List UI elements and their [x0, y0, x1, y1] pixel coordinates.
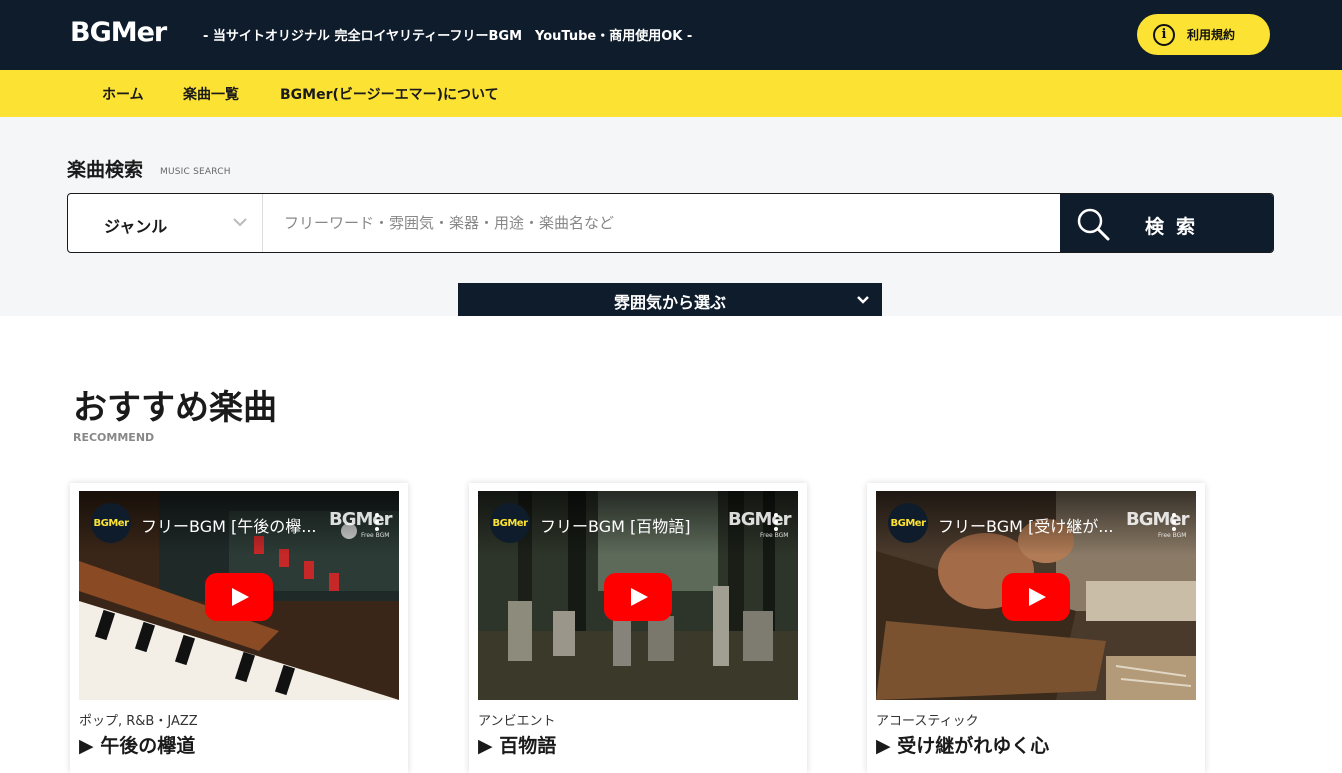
video-embed[interactable]: BGMer フリーBGM [受け継が... BGMer Free BGM: [876, 491, 1196, 700]
recommend-subtitle: RECOMMEND: [73, 431, 155, 444]
terms-button[interactable]: i 利用規約: [1137, 14, 1270, 55]
music-card: BGMer フリーBGM [百物語] BGMer Free BGM アンビエント…: [469, 483, 807, 773]
search-input[interactable]: [264, 194, 1060, 252]
watermark-logo: BGMer: [728, 509, 791, 530]
music-card: BGMer フリーBGM [午後の欅... BGMer Free BGM ポップ…: [70, 483, 408, 773]
search-title: 楽曲検索: [67, 159, 144, 181]
main-nav: ホーム 楽曲一覧 BGMer(ビージーエマー)について: [0, 70, 1342, 117]
more-options-icon[interactable]: [774, 513, 778, 531]
nav-item-home[interactable]: ホーム: [102, 84, 144, 104]
site-logo[interactable]: BGMer: [70, 16, 167, 48]
play-button-icon[interactable]: [205, 573, 273, 621]
mood-select-button[interactable]: 雰囲気から選ぶ: [458, 283, 882, 316]
genre-label: ジャンル: [104, 217, 168, 236]
search-box: ジャンル 検索: [67, 193, 1274, 253]
more-options-icon[interactable]: [1172, 513, 1176, 531]
nav-item-music-list[interactable]: 楽曲一覧: [183, 84, 239, 104]
watermark-logo: BGMer: [1126, 509, 1189, 530]
video-title[interactable]: フリーBGM [受け継が...: [938, 513, 1148, 537]
video-title[interactable]: フリーBGM [百物語]: [540, 513, 750, 537]
info-icon: i: [1153, 23, 1175, 46]
mood-label: 雰囲気から選ぶ: [613, 293, 726, 312]
nav-item-about[interactable]: BGMer(ビージーエマー)について: [280, 84, 499, 104]
channel-avatar[interactable]: BGMer: [888, 503, 928, 543]
card-title[interactable]: ▶ 午後の欅道: [79, 731, 195, 758]
recommend-title: おすすめ楽曲: [73, 388, 277, 428]
card-title[interactable]: ▶ 受け継がれゆく心: [876, 731, 1049, 758]
video-embed[interactable]: BGMer フリーBGM [百物語] BGMer Free BGM: [478, 491, 798, 700]
channel-avatar[interactable]: BGMer: [91, 503, 131, 543]
search-section: 楽曲検索 MUSIC SEARCH ジャンル 検索 雰囲気から選ぶ: [0, 117, 1342, 316]
card-genre[interactable]: アコースティック: [876, 710, 979, 729]
search-button[interactable]: 検索: [1060, 194, 1273, 252]
video-title[interactable]: フリーBGM [午後の欅...: [141, 513, 351, 537]
watermark-logo: BGMer: [329, 509, 392, 530]
play-button-icon[interactable]: [1002, 573, 1070, 621]
card-genre[interactable]: アンビエント: [478, 710, 555, 729]
search-icon: [1077, 208, 1110, 241]
music-card: BGMer フリーBGM [受け継が... BGMer Free BGM アコー…: [867, 483, 1205, 773]
more-options-icon[interactable]: [375, 513, 379, 531]
play-button-icon[interactable]: [604, 573, 672, 621]
watermark-sub: Free BGM: [760, 532, 789, 539]
search-subtitle: MUSIC SEARCH: [160, 167, 231, 177]
site-header: BGMer - 当サイトオリジナル 完全ロイヤリティーフリーBGM YouTub…: [0, 0, 1342, 70]
chevron-down-icon: [233, 218, 247, 227]
channel-avatar[interactable]: BGMer: [490, 503, 530, 543]
watermark-sub: Free BGM: [1158, 532, 1187, 539]
video-embed[interactable]: BGMer フリーBGM [午後の欅... BGMer Free BGM: [79, 491, 399, 700]
search-button-label: 検索: [1145, 216, 1208, 238]
card-title[interactable]: ▶ 百物語: [478, 731, 556, 758]
watermark-sub: Free BGM: [361, 532, 390, 539]
card-genre[interactable]: ポップ, R&B・JAZZ: [79, 710, 198, 729]
genre-select[interactable]: ジャンル: [68, 194, 263, 252]
terms-label: 利用規約: [1187, 28, 1236, 42]
chevron-down-icon: [857, 296, 869, 304]
site-tagline: - 当サイトオリジナル 完全ロイヤリティーフリーBGM YouTube・商用使用…: [203, 29, 693, 44]
